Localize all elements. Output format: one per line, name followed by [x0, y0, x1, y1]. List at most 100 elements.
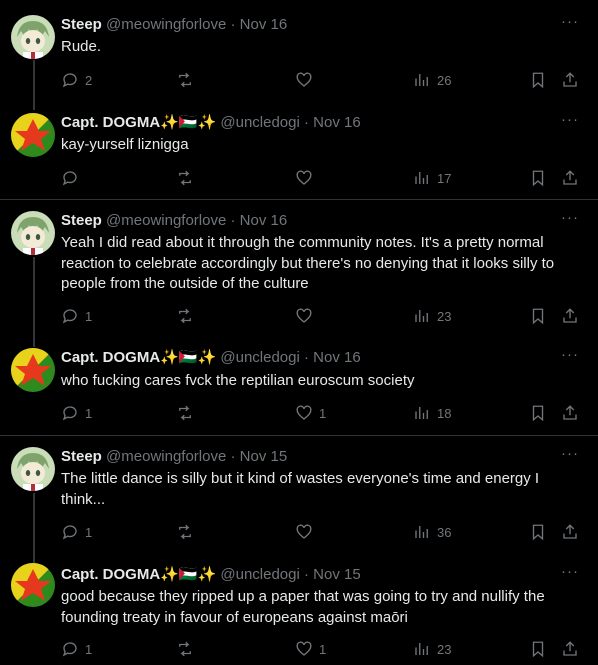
views-button[interactable]: 26	[413, 70, 451, 90]
views-button[interactable]: 18	[413, 403, 451, 423]
tweet[interactable]: Steep @meowingforlove · Nov 16 ··· Rude.…	[0, 0, 598, 105]
share-button[interactable]	[561, 70, 579, 90]
reply-button[interactable]	[61, 168, 85, 188]
more-options-icon[interactable]: ···	[560, 564, 580, 585]
reply-button[interactable]: 1	[61, 522, 92, 542]
bookmark-button[interactable]	[529, 522, 547, 542]
share-icon	[563, 524, 577, 539]
tweet-date[interactable]: Nov 16	[313, 114, 361, 131]
like-button[interactable]	[295, 70, 319, 90]
retweet-button[interactable]	[176, 639, 200, 659]
retweet-button[interactable]	[176, 168, 200, 188]
reply-button[interactable]: 1	[61, 639, 92, 659]
like-button[interactable]	[295, 306, 319, 326]
more-options-icon[interactable]: ···	[560, 14, 580, 35]
separator-dot: ·	[230, 448, 236, 465]
share-button[interactable]	[561, 168, 579, 188]
share-button[interactable]	[561, 639, 579, 659]
display-name[interactable]: Capt. DOGMA	[61, 349, 160, 366]
bookmark-button[interactable]	[529, 168, 547, 188]
bookmark-icon	[532, 170, 544, 187]
display-name[interactable]: Capt. DOGMA	[61, 566, 160, 583]
bookmark-icon	[532, 72, 544, 89]
separator-dot: ·	[230, 212, 236, 229]
tweet-text: who fucking cares fvck the reptilian eur…	[61, 372, 415, 389]
reply-count: 1	[85, 524, 93, 540]
tweet-date[interactable]: Nov 15	[240, 448, 288, 465]
share-button[interactable]	[561, 522, 579, 542]
avatar[interactable]	[11, 447, 55, 491]
display-name[interactable]: Capt. DOGMA	[61, 114, 160, 131]
user-handle[interactable]: @uncledogi	[220, 566, 299, 583]
more-options-icon[interactable]: ···	[560, 112, 580, 133]
reply-button[interactable]: 1	[61, 403, 92, 423]
tweet-text: Yeah I did read about it through the com…	[61, 234, 555, 292]
like-button[interactable]: 1	[295, 639, 326, 659]
name-emoji: ✨🇵🇸✨	[160, 566, 217, 583]
analytics-icon	[415, 172, 428, 184]
views-button[interactable]: 23	[413, 306, 451, 326]
tweet[interactable]: Capt. DOGMA✨🇵🇸✨ @uncledogi · Nov 16 ··· …	[0, 105, 598, 199]
bookmark-button[interactable]	[529, 639, 547, 659]
bookmark-button[interactable]	[529, 403, 547, 423]
retweet-button[interactable]	[176, 522, 200, 542]
like-button[interactable]	[295, 522, 319, 542]
share-button[interactable]	[561, 306, 579, 326]
view-count: 26	[437, 72, 452, 88]
avatar[interactable]	[11, 15, 55, 59]
tweet-date[interactable]: Nov 16	[313, 349, 361, 366]
tweet[interactable]: Steep @meowingforlove · Nov 16 ··· Yeah …	[0, 200, 598, 342]
avatar[interactable]	[11, 348, 55, 392]
retweet-icon	[179, 405, 191, 421]
retweet-button[interactable]	[176, 70, 200, 90]
heart-icon	[296, 308, 312, 323]
analytics-icon	[415, 643, 428, 655]
display-name[interactable]: Steep	[61, 212, 102, 229]
avatar[interactable]	[11, 563, 55, 607]
tweet-date[interactable]: Nov 16	[240, 16, 288, 33]
user-handle[interactable]: @meowingforlove	[106, 212, 226, 229]
tweet[interactable]: Capt. DOGMA✨🇵🇸✨ @uncledogi · Nov 15 ··· …	[0, 557, 598, 665]
tweet[interactable]: Steep @meowingforlove · Nov 15 ··· The l…	[0, 436, 598, 557]
avatar[interactable]	[11, 211, 55, 255]
views-button[interactable]: 17	[413, 168, 451, 188]
user-handle[interactable]: @meowingforlove	[106, 448, 226, 465]
tweet-header: Capt. DOGMA✨🇵🇸✨ @uncledogi · Nov 16	[61, 348, 558, 368]
like-button[interactable]: 1	[295, 403, 326, 423]
share-icon	[563, 72, 577, 87]
retweet-icon	[179, 524, 191, 540]
tweet-actions: 1 1 23	[61, 639, 580, 659]
retweet-button[interactable]	[176, 306, 200, 326]
reply-button[interactable]: 1	[61, 306, 92, 326]
user-handle[interactable]: @uncledogi	[220, 349, 299, 366]
reply-icon	[62, 642, 77, 657]
display-name[interactable]: Steep	[61, 448, 102, 465]
more-options-icon[interactable]: ···	[560, 210, 580, 231]
avatar[interactable]	[11, 113, 55, 157]
views-button[interactable]: 36	[413, 522, 451, 542]
separator-dot: ·	[304, 114, 309, 131]
bookmark-button[interactable]	[529, 306, 547, 326]
tweet-actions: 1 1 18	[61, 403, 580, 423]
user-handle[interactable]: @uncledogi	[220, 114, 299, 131]
reply-icon	[62, 171, 77, 186]
tweet-date[interactable]: Nov 15	[313, 566, 361, 583]
conversation-feed: Steep @meowingforlove · Nov 16 ··· Rude.…	[0, 0, 598, 665]
like-button[interactable]	[295, 168, 319, 188]
display-name[interactable]: Steep	[61, 16, 102, 33]
tweet[interactable]: Capt. DOGMA✨🇵🇸✨ @uncledogi · Nov 16 ··· …	[0, 342, 598, 435]
views-button[interactable]: 23	[413, 639, 451, 659]
share-button[interactable]	[561, 403, 579, 423]
user-handle[interactable]: @meowingforlove	[106, 16, 226, 33]
retweet-button[interactable]	[176, 403, 200, 423]
reply-count: 1	[85, 308, 93, 324]
bookmark-button[interactable]	[529, 70, 547, 90]
more-options-icon[interactable]: ···	[560, 347, 580, 368]
reply-button[interactable]: 2	[61, 70, 92, 90]
heart-icon	[296, 170, 312, 185]
tweet-date[interactable]: Nov 16	[240, 212, 288, 229]
retweet-icon	[179, 308, 191, 324]
reply-icon	[62, 406, 77, 421]
reply-count: 1	[85, 405, 93, 421]
more-options-icon[interactable]: ···	[560, 446, 580, 467]
